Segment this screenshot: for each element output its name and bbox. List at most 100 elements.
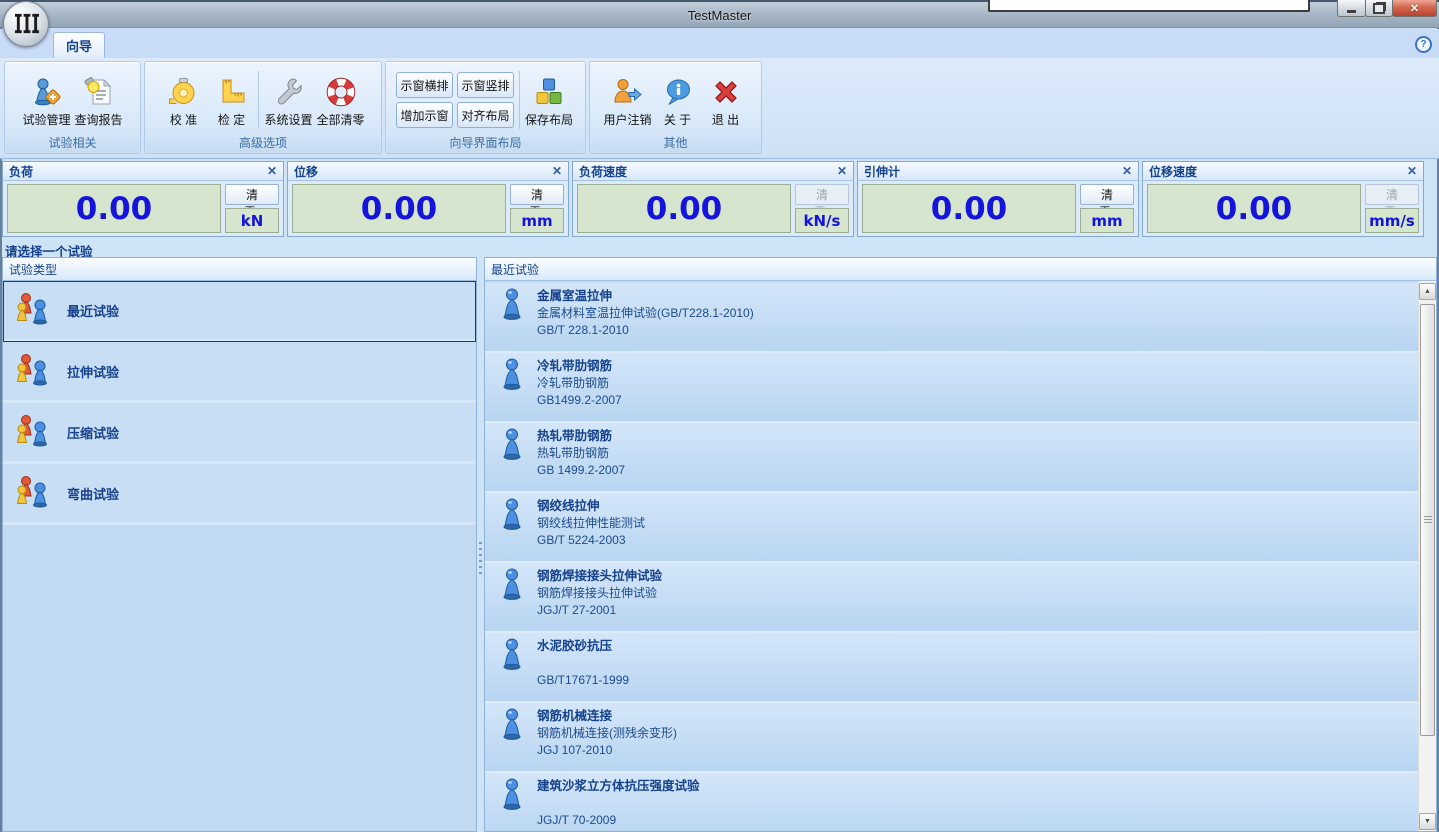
recent-test-item[interactable]: 建筑沙浆立方体抗压强度试验 JGJ/T 70-2009 [485,773,1419,831]
ribbon-group-other: 用户注销 关 于 [589,61,762,154]
user-logout-button[interactable]: 用户注销 [601,73,653,128]
group-label: 高级选项 [146,135,380,152]
test-type-pawns-icon [13,476,53,511]
recent-tests-header: 最近试验 [485,258,1436,281]
test-management-icon [31,75,61,109]
scroll-up-button[interactable]: ▲ [1419,283,1436,300]
recent-test-subtitle: 热轧带肋钢筋 [537,445,625,462]
pawn-icon [500,568,524,631]
test-type-item[interactable]: 拉伸试验 [3,342,476,403]
meter-unit: mm [510,208,564,233]
recent-test-item[interactable]: 水泥胶砂抗压 GB/T17671-1999 [485,633,1419,703]
meter-unit: kN [225,208,279,233]
meter-title: 负荷速度 [579,163,627,180]
test-type-panel: 试验类型 最近试验 拉伸试验 [2,257,477,832]
meter-panel: 位移速度 ✕ 0.00 清 零 mm/s [1142,161,1424,237]
windows-horizontal-button[interactable]: 示窗横排 [396,72,453,98]
recent-test-subtitle: 钢筋焊接接头拉伸试验 [537,585,662,602]
zero-button[interactable]: 清 零 [1080,184,1134,205]
calibrate-button[interactable]: 校 准 [159,73,207,128]
recent-test-subtitle: 冷轧带肋钢筋 [537,375,622,392]
zero-button: 清 零 [1365,184,1419,205]
recent-test-title: 钢筋焊接接头拉伸试验 [537,568,662,585]
recent-test-standard: GB1499.2-2007 [537,392,622,409]
align-layout-button[interactable]: 对齐布局 [457,102,514,128]
test-type-pawns-icon [13,293,53,328]
scroll-down-button[interactable]: ▼ [1419,813,1436,830]
recent-test-standard: JGJ 107-2010 [537,742,677,759]
foreign-window-edge [988,0,1310,12]
zero-button[interactable]: 清 零 [510,184,564,205]
test-type-item[interactable]: 弯曲试验 [3,464,476,525]
add-window-button[interactable]: 增加示窗 [396,102,453,128]
meter-unit: kN/s [795,208,849,233]
recent-tests-panel: 最近试验 金属室温拉伸 金属材料室温拉伸试验(GB/T228.1-2010) G… [484,257,1437,832]
test-type-label: 压缩试验 [67,423,119,442]
zero-button[interactable]: 清 零 [225,184,279,205]
panel-splitter[interactable] [477,257,484,832]
group-label: 向导界面布局 [387,135,584,152]
test-type-pawns-icon [13,415,53,450]
recent-test-item[interactable]: 金属室温拉伸 金属材料室温拉伸试验(GB/T228.1-2010) GB/T 2… [485,283,1419,353]
minimize-button[interactable] [1337,0,1366,17]
query-report-button[interactable]: 查询报告 [73,73,125,128]
recent-test-subtitle: 金属材料室温拉伸试验(GB/T228.1-2010) [537,305,754,322]
recent-test-item[interactable]: 钢筋机械连接 钢筋机械连接(测残余变形) JGJ 107-2010 [485,703,1419,773]
test-management-button[interactable]: 试验管理 [20,73,72,128]
window-controls: ✕ [1338,0,1437,17]
recent-test-title: 钢绞线拉伸 [537,498,645,515]
pawn-icon [500,498,524,561]
recent-tests-list: 金属室温拉伸 金属材料室温拉伸试验(GB/T228.1-2010) GB/T 2… [485,283,1419,831]
tape-measure-icon [168,75,198,109]
test-type-item[interactable]: 压缩试验 [3,403,476,464]
test-type-label: 弯曲试验 [67,484,119,503]
meter-value: 0.00 [292,184,506,233]
close-icon[interactable]: ✕ [552,164,562,178]
recent-test-title: 建筑沙浆立方体抗压强度试验 [537,778,700,795]
scrollbar-thumb[interactable] [1420,304,1435,736]
recent-test-item[interactable]: 热轧带肋钢筋 热轧带肋钢筋 GB 1499.2-2007 [485,423,1419,493]
windows-vertical-button[interactable]: 示窗竖排 [457,72,514,98]
exit-icon [711,75,741,109]
close-icon[interactable]: ✕ [837,164,847,178]
test-type-item[interactable]: 最近试验 [3,281,476,342]
group-label: 其他 [591,135,760,152]
recent-test-item[interactable]: 钢筋焊接接头拉伸试验 钢筋焊接接头拉伸试验 JGJ/T 27-2001 [485,563,1419,633]
meter-title: 位移速度 [1149,163,1197,180]
pawn-icon [500,778,524,831]
recent-test-item[interactable]: 冷轧带肋钢筋 冷轧带肋钢筋 GB1499.2-2007 [485,353,1419,423]
restore-icon [1373,3,1385,14]
test-type-label: 拉伸试验 [67,362,119,381]
close-icon[interactable]: ✕ [267,164,277,178]
close-button[interactable]: ✕ [1392,0,1437,17]
clear-all-button[interactable]: 全部清零 [315,73,367,128]
exit-button[interactable]: 退 出 [702,73,750,128]
pawn-icon [500,428,524,491]
meter-title: 负荷 [9,163,33,180]
restore-button[interactable] [1365,0,1393,17]
system-settings-button[interactable]: 系统设置 [262,73,314,128]
tab-wizard[interactable]: 向导 [53,32,105,58]
recent-test-standard: JGJ/T 27-2001 [537,602,662,619]
app-icon[interactable] [3,1,49,47]
about-button[interactable]: 关 于 [654,73,702,128]
lifebuoy-icon [326,75,356,109]
meter-panel: 负荷速度 ✕ 0.00 清 零 kN/s [572,161,854,237]
close-icon[interactable]: ✕ [1122,164,1132,178]
meter-value: 0.00 [7,184,221,233]
wrench-icon [273,75,303,109]
main-content: 试验类型 最近试验 拉伸试验 [2,257,1437,832]
pawn-icon [500,288,524,351]
recent-test-item[interactable]: 钢绞线拉伸 钢绞线拉伸性能测试 GB/T 5224-2003 [485,493,1419,563]
user-logout-icon [612,75,642,109]
close-icon[interactable]: ✕ [1407,164,1417,178]
test-type-header: 试验类型 [3,258,476,281]
testmaster-window: TestMaster ✕ 向导 ? [0,0,1439,832]
help-icon[interactable]: ? [1415,36,1432,53]
recent-test-title: 金属室温拉伸 [537,288,754,305]
recent-test-subtitle: 钢筋机械连接(测残余变形) [537,725,677,742]
vertical-scrollbar[interactable]: ▲ ▼ [1418,281,1436,831]
verify-button[interactable]: 检 定 [207,73,255,128]
cubes-icon [534,75,564,109]
save-layout-button[interactable]: 保存布局 [523,73,575,128]
